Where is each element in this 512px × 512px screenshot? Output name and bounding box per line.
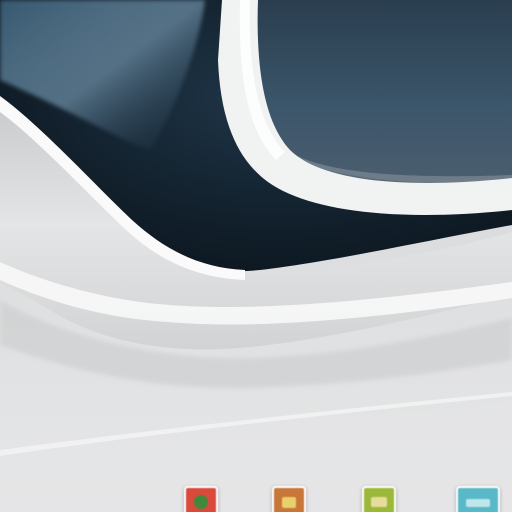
app-icon-2[interactable] — [272, 486, 306, 512]
app-icon-1[interactable] — [184, 486, 218, 512]
app-icon-3[interactable] — [362, 486, 396, 512]
screen-icon — [466, 499, 490, 507]
desktop-screen — [0, 0, 512, 512]
notes-icon — [282, 497, 296, 508]
folder-icon — [371, 497, 387, 507]
app-icon-4[interactable] — [456, 486, 500, 512]
dock — [0, 478, 512, 512]
photo-icon — [194, 495, 208, 509]
desktop-wallpaper — [0, 0, 512, 512]
